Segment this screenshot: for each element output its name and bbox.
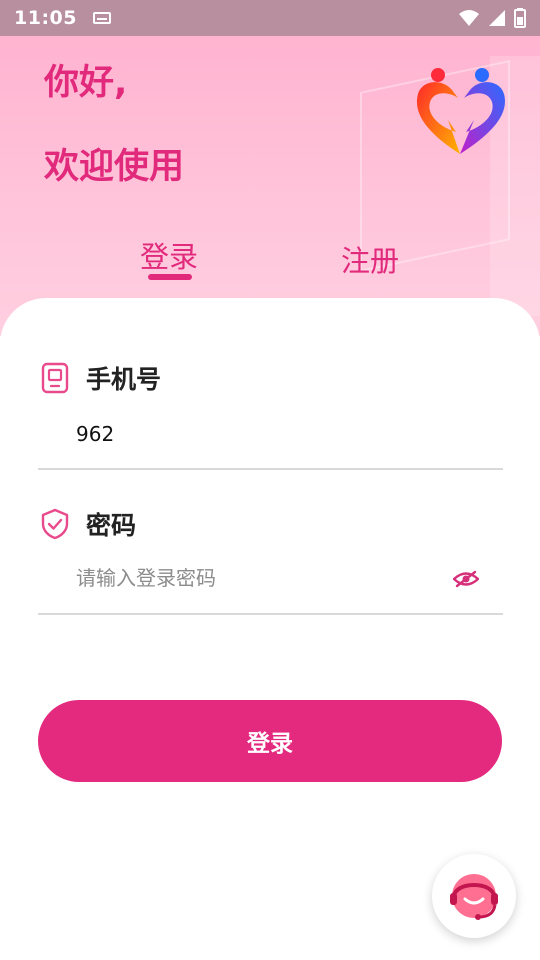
tab-register[interactable]: 注册	[341, 238, 399, 280]
password-label-text: 密码	[86, 511, 137, 540]
shield-check-icon	[41, 508, 69, 540]
auth-tabs: 登录 注册	[0, 234, 540, 294]
phone-input[interactable]	[76, 422, 436, 446]
eye-off-icon[interactable]	[453, 570, 479, 588]
login-card: 手机号 密码 登录	[0, 298, 540, 960]
wifi-icon	[459, 10, 479, 26]
phone-label-text: 手机号	[86, 365, 162, 394]
status-icons	[458, 8, 526, 28]
customer-service-button[interactable]	[432, 854, 516, 938]
status-time: 11:05	[14, 7, 77, 29]
active-tab-indicator	[148, 274, 192, 280]
greeting-line-1: 你好,	[44, 63, 128, 103]
customer-service-icon	[450, 874, 498, 920]
phone-field-label: 手机号	[40, 360, 161, 396]
status-bar: 11:05	[0, 0, 540, 36]
password-input[interactable]	[76, 566, 436, 590]
heart-couple-logo	[416, 68, 505, 154]
greeting-line-2: 欢迎使用	[44, 147, 185, 187]
tab-login[interactable]: 登录	[140, 234, 198, 276]
header-banner: 你好, 欢迎使用 登录 注册	[0, 36, 540, 336]
login-button[interactable]: 登录	[38, 700, 502, 782]
battery-icon	[514, 8, 526, 28]
password-field-label: 密码	[40, 506, 136, 542]
divider	[38, 613, 503, 615]
signal-icon	[489, 10, 505, 26]
divider	[38, 468, 503, 470]
keyboard-icon	[92, 12, 111, 24]
phone-icon	[41, 362, 69, 394]
